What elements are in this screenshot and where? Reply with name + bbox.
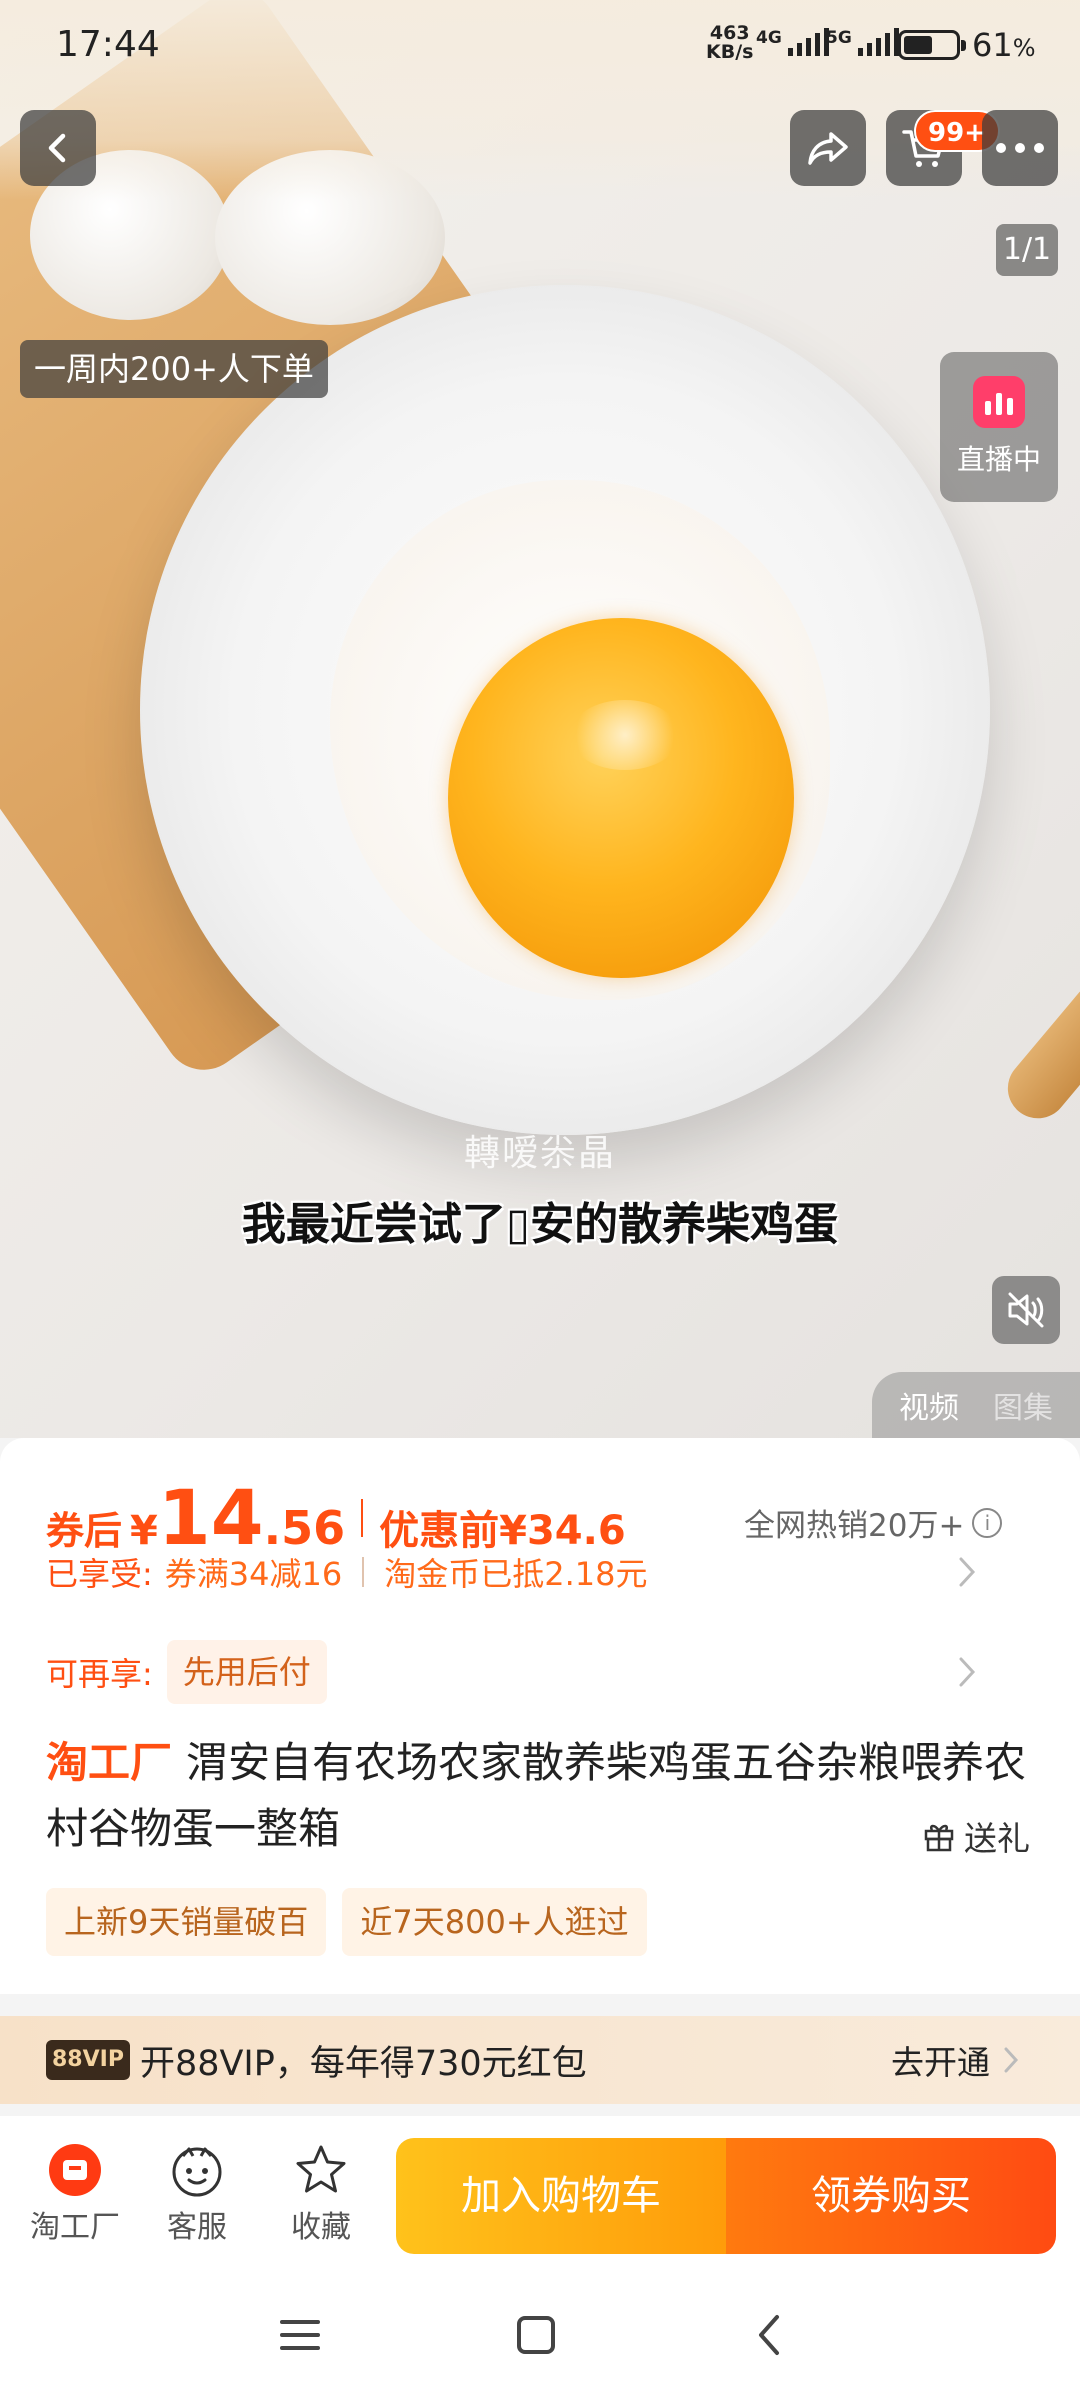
price-divider	[361, 1499, 364, 1537]
coins-discount: 淘金币已抵2.18元	[384, 1555, 648, 1593]
egg-yolk-image	[448, 618, 794, 978]
media-tabs: 视频 图集	[872, 1372, 1080, 1438]
tab-video[interactable]: 视频	[899, 1383, 959, 1427]
discount-row[interactable]: 已享受: 券满34减16 淘金币已抵2.18元	[46, 1540, 1034, 1604]
video-watermark: 轉嗳尜晶	[463, 1133, 616, 1174]
orders-badge: 一周内200+人下单	[20, 340, 328, 398]
vip-badge: 88VIP	[46, 2040, 130, 2080]
hot-sales[interactable]: 全网热销20万+ i	[744, 1500, 1003, 1545]
signal-4g-label: 4G	[756, 28, 782, 48]
menu-icon	[280, 2320, 320, 2350]
coupon-discount: 券满34减16	[164, 1555, 343, 1593]
spoon-image	[995, 969, 1080, 1131]
customer-service-label: 客服	[167, 2210, 227, 2245]
hot-sales-text: 全网热销20万+	[744, 1508, 965, 1544]
product-title: 淘工厂 渭安自有农场农家散养柴鸡蛋五谷杂粮喂养农村谷物蛋一整箱	[46, 1730, 1036, 1862]
back-button[interactable]	[20, 110, 96, 186]
net-speed: 463 KB/s	[706, 24, 753, 62]
more-icon	[996, 143, 1044, 153]
tag-item: 上新9天销量破百	[46, 1888, 327, 1956]
favorite-button[interactable]: 收藏	[266, 2142, 376, 2246]
payment-option-row[interactable]: 可再享: 先用后付	[46, 1640, 1034, 1704]
store-icon	[49, 2144, 101, 2196]
live-label: 直播中	[956, 443, 1041, 476]
more-button[interactable]	[982, 110, 1058, 186]
signal-5g-label: 5G	[826, 28, 852, 48]
gift-button[interactable]: 送礼	[922, 1812, 1030, 1860]
vip-text: 开88VIP，每年得730元红包	[139, 2043, 587, 2084]
brand-label: 淘工厂	[46, 1738, 173, 1787]
buy-with-coupon-button[interactable]: 领券购买	[726, 2138, 1056, 2254]
back-icon	[48, 133, 66, 163]
chevron-right-icon	[959, 1657, 976, 1687]
product-title-text: 渭安自有农场农家散养柴鸡蛋五谷杂粮喂养农村谷物蛋一整箱	[46, 1738, 1027, 1853]
info-icon: i	[972, 1507, 1003, 1538]
enjoyed-label: 已享受:	[46, 1555, 153, 1593]
battery-percent: 61%	[972, 26, 1036, 64]
product-tags: 上新9天销量破百 近7天800+人逛过	[46, 1888, 647, 1956]
favorite-label: 收藏	[291, 2210, 351, 2245]
gift-icon	[924, 1824, 954, 1852]
media-counter: 1/1	[996, 224, 1058, 276]
live-icon	[973, 376, 1025, 428]
menu-button[interactable]	[260, 2300, 340, 2370]
live-button[interactable]: 直播中	[940, 352, 1058, 502]
signal-4g-icon: 4G	[756, 28, 829, 56]
share-button[interactable]	[790, 110, 866, 186]
video-subtitle: 我最近尝试了▯安的散养柴鸡蛋	[241, 1199, 839, 1250]
chevron-right-icon	[1004, 2047, 1019, 2073]
gift-label: 送礼	[964, 1819, 1030, 1858]
pay-later-pill: 先用后付	[166, 1640, 327, 1704]
add-to-cart-button[interactable]: 加入购物车	[396, 2138, 726, 2254]
signal-5g-icon: 5G	[826, 28, 899, 56]
row-divider	[362, 1557, 365, 1587]
system-back-button[interactable]	[730, 2300, 810, 2370]
status-time: 17:44	[56, 24, 160, 65]
mute-icon	[1008, 1292, 1044, 1328]
back-arrow-icon	[759, 2315, 779, 2355]
customer-service-button[interactable]: 客服	[142, 2142, 252, 2246]
tab-gallery[interactable]: 图集	[993, 1383, 1053, 1427]
more-benefits-label: 可再享:	[46, 1655, 153, 1693]
store-label: 淘工厂	[30, 2210, 120, 2245]
mute-button[interactable]	[992, 1276, 1060, 1344]
vip-open-link[interactable]: 去开通	[891, 2036, 1020, 2084]
status-bar: 17:44 463 KB/s 4G 5G 61%	[0, 0, 1080, 90]
star-icon	[296, 2145, 346, 2193]
yolk-highlight	[570, 700, 680, 770]
store-button[interactable]: 淘工厂	[20, 2142, 130, 2246]
home-button[interactable]	[496, 2300, 576, 2370]
chevron-right-icon	[959, 1557, 976, 1587]
share-icon	[808, 132, 848, 165]
vip-banner[interactable]: 88VIP 开88VIP，每年得730元红包 去开通	[0, 2016, 1080, 2104]
net-speed-unit: KB/s	[706, 41, 754, 63]
battery-icon	[898, 30, 966, 60]
tag-item: 近7天800+人逛过	[342, 1888, 647, 1956]
home-square-icon	[517, 2316, 555, 2354]
vip-cta-label: 去开通	[891, 2043, 990, 2082]
customer-service-icon	[172, 2147, 222, 2197]
